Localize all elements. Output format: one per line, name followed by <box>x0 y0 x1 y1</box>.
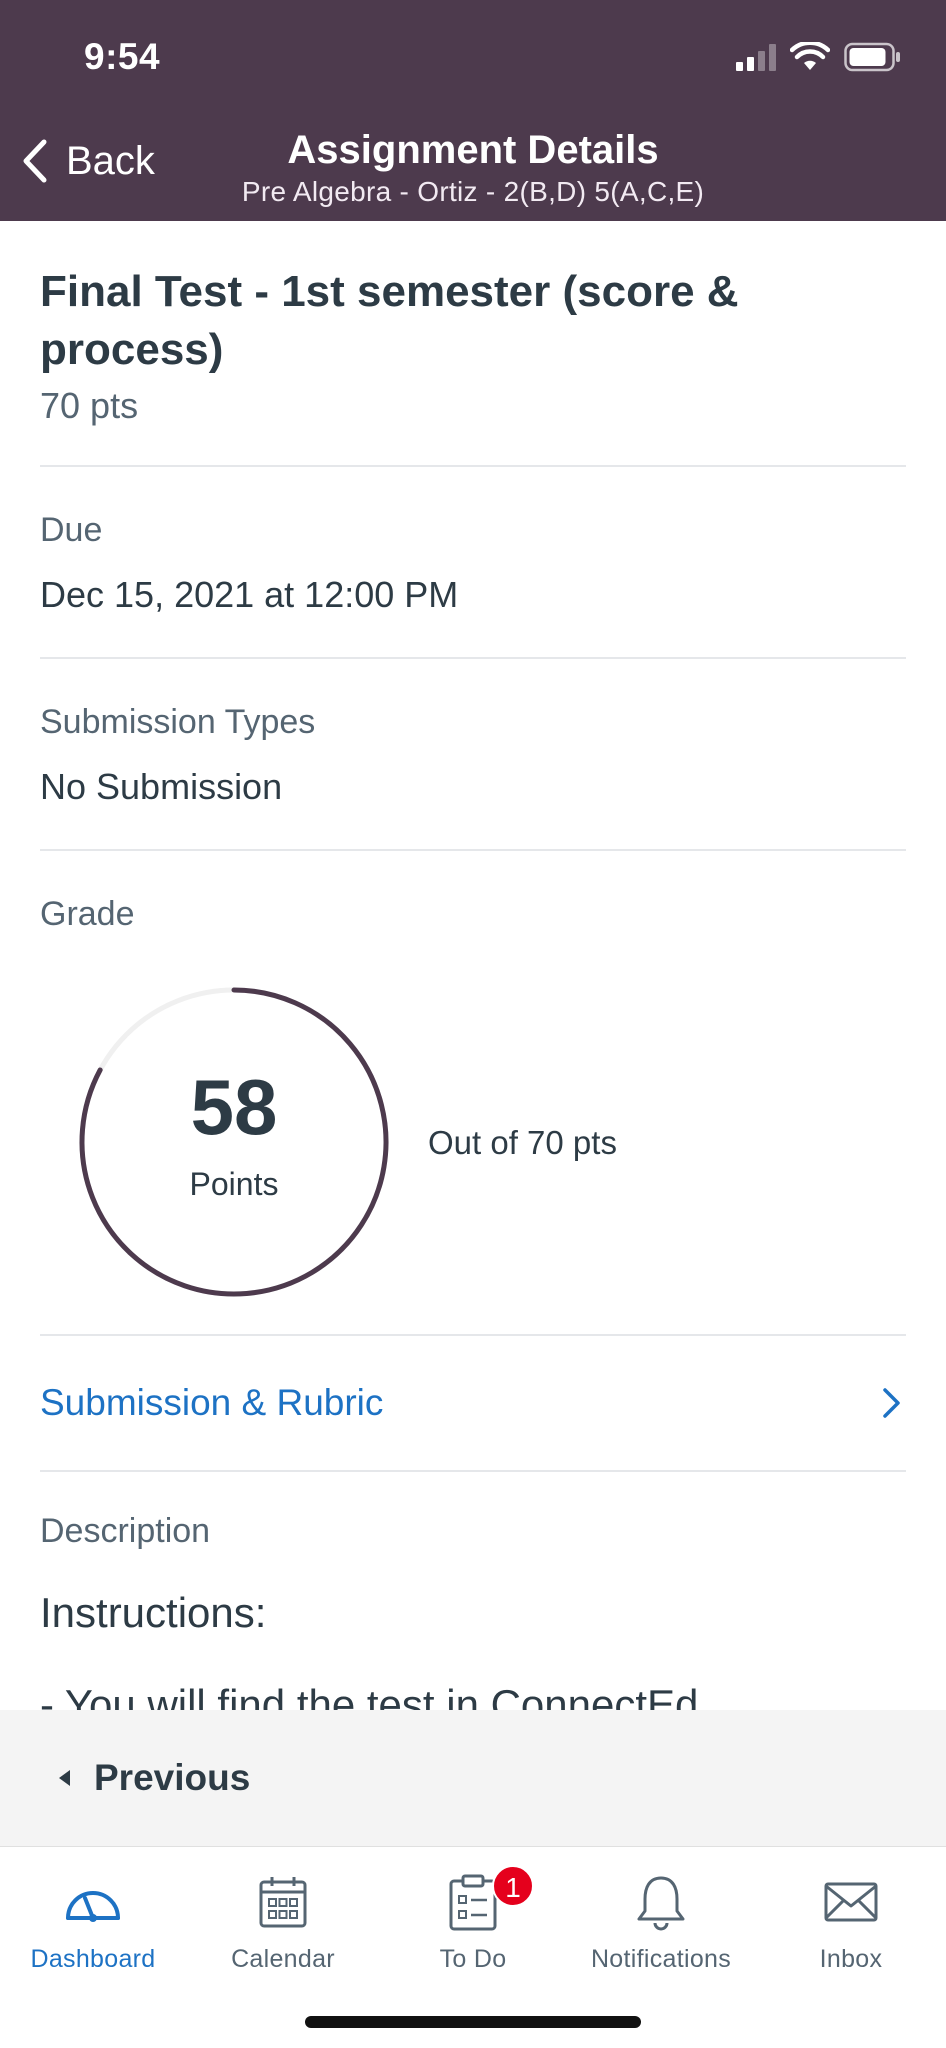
grade-section: Grade 58 Points Out of 70 pts <box>40 851 906 1334</box>
status-icons <box>736 42 902 72</box>
tab-label: Calendar <box>231 1945 335 1973</box>
tab-dashboard[interactable]: Dashboard <box>0 1865 188 1974</box>
description-line: Instructions: <box>40 1589 267 1636</box>
grade-label: Grade <box>40 895 135 933</box>
submission-rubric-link[interactable]: Submission & Rubric <box>40 1336 906 1470</box>
back-button[interactable]: Back <box>20 138 155 184</box>
tab-label: Inbox <box>819 1945 883 1973</box>
calendar-icon <box>259 1877 307 1928</box>
previous-button[interactable]: Previous <box>0 1710 946 1846</box>
dashboard-icon <box>66 1891 120 1922</box>
bell-icon <box>637 1876 685 1931</box>
back-label: Back <box>66 138 155 183</box>
assignment-title: Final Test - 1st semester (score & proce… <box>40 267 739 374</box>
todo-icon <box>449 1874 497 1931</box>
tab-todo[interactable]: 1 To Do <box>378 1865 568 1974</box>
submission-types-section: Submission Types No Submission <box>40 659 906 849</box>
due-value: Dec 15, 2021 at 12:00 PM <box>40 574 459 615</box>
status-time: 9:54 <box>84 36 161 77</box>
tab-notifications[interactable]: Notifications <box>566 1865 756 1974</box>
tab-label: Notifications <box>590 1945 732 1973</box>
due-section: Due Dec 15, 2021 at 12:00 PM <box>40 467 906 657</box>
chevron-right-icon <box>883 1388 900 1418</box>
inbox-icon <box>824 1882 878 1922</box>
grade-out-of: Out of 70 pts <box>428 1124 617 1161</box>
grade-score: 58 <box>190 1063 278 1151</box>
tab-inbox[interactable]: Inbox <box>756 1865 946 1974</box>
chevron-left-icon <box>23 139 47 183</box>
home-indicator <box>305 2016 641 2028</box>
assignment-details: Final Test - 1st semester (score & proce… <box>40 221 906 1729</box>
submission-types-label: Submission Types <box>40 703 316 741</box>
wifi-icon <box>790 42 830 70</box>
due-label: Due <box>40 511 103 549</box>
description-section: Description Instructions: - You will fin… <box>40 1472 906 1729</box>
tab-calendar[interactable]: Calendar <box>188 1865 378 1974</box>
tab-label: Dashboard <box>30 1945 156 1973</box>
todo-badge: 1 <box>492 1865 534 1907</box>
grade-unit: Points <box>189 1166 279 1202</box>
assignment-points: 70 pts <box>40 385 139 426</box>
submission-types-value: No Submission <box>40 766 283 807</box>
tab-label: To Do <box>439 1945 507 1973</box>
navigation-header: 9:54 Assignment Details Pre Algebra - Or… <box>0 0 946 221</box>
previous-label: Previous <box>94 1757 251 1798</box>
grade-display: 58 Points Out of 70 pts <box>40 934 906 1334</box>
caret-left-icon <box>59 1770 70 1786</box>
submission-rubric-label: Submission & Rubric <box>40 1382 384 1423</box>
description-label: Description <box>40 1512 211 1550</box>
cellular-signal-icon <box>736 43 776 71</box>
battery-icon <box>844 42 900 72</box>
